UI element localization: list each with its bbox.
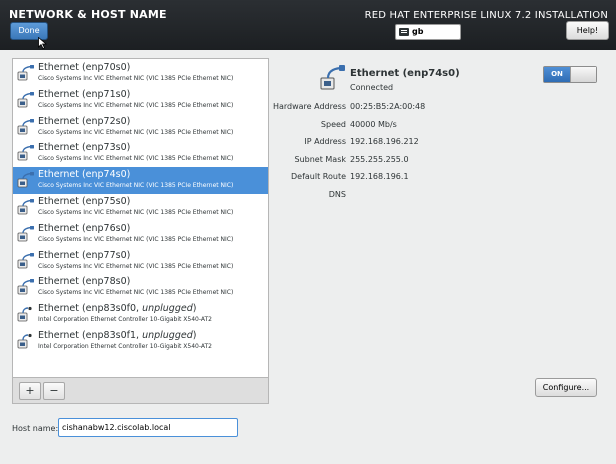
property-value: 192.168.196.1 xyxy=(350,172,409,181)
device-description: Cisco Systems Inc VIC Ethernet NIC (VIC … xyxy=(38,75,234,82)
device-on-off-switch[interactable]: ON xyxy=(543,66,597,83)
network-device-list[interactable]: Ethernet (enp70s0) Cisco Systems Inc VIC … xyxy=(12,58,269,378)
device-name: Ethernet (enp76s0) xyxy=(38,223,130,234)
ethernet-icon xyxy=(17,199,34,215)
device-description: Cisco Systems Inc VIC Ethernet NIC (VIC … xyxy=(38,262,234,270)
device-list-item[interactable]: Ethernet (enp73s0) Cisco Systems Inc VIC … xyxy=(13,140,268,167)
add-device-button[interactable]: + xyxy=(19,382,41,400)
device-list-toolbar: + − xyxy=(12,378,269,404)
switch-knob[interactable] xyxy=(570,67,596,82)
device-name-text: Ethernet (enp74s0) xyxy=(38,169,131,181)
property-label: Speed xyxy=(320,120,346,129)
device-list-item[interactable]: Ethernet (enp75s0) Cisco Systems Inc VIC … xyxy=(13,194,268,221)
header-bar: NETWORK & HOST NAME Done RED HAT ENTERPR… xyxy=(0,0,616,50)
property-label: DNS xyxy=(328,190,346,199)
device-description: Cisco Systems Inc VIC Ethernet NIC (VIC … xyxy=(38,101,234,109)
device-name: Ethernet (enp83s0f0, unplugged) xyxy=(38,303,196,314)
page-title: NETWORK & HOST NAME xyxy=(9,8,167,21)
device-name-text: Ethernet (enp83s0f0, xyxy=(38,303,143,315)
hostname-label: Host name: xyxy=(12,424,59,433)
device-name: Ethernet (enp74s0) xyxy=(38,169,130,180)
device-name: Ethernet (enp71s0) xyxy=(38,89,130,100)
mouse-pointer-icon xyxy=(38,37,47,49)
device-state: unplugged xyxy=(142,330,193,341)
help-button[interactable]: Help! xyxy=(566,21,609,40)
device-list-item[interactable]: Ethernet (enp74s0) Cisco Systems Inc VIC … xyxy=(13,167,268,195)
device-name: Ethernet (enp70s0) xyxy=(38,62,130,73)
device-name-text: Ethernet (enp76s0) xyxy=(38,222,131,234)
device-description: Cisco Systems Inc VIC Ethernet NIC (VIC … xyxy=(38,182,234,190)
device-name-text: Ethernet (enp73s0) xyxy=(38,142,131,154)
selected-device-name: Ethernet (enp74s0) xyxy=(350,68,460,79)
property-value: 192.168.196.212 xyxy=(350,137,419,146)
keyboard-layout-indicator[interactable]: gb xyxy=(395,24,461,40)
ethernet-icon xyxy=(17,225,34,242)
device-description: Cisco Systems Inc VIC Ethernet NIC (VIC … xyxy=(38,155,234,163)
property-label: IP Address xyxy=(304,137,346,146)
switch-on-label: ON xyxy=(544,67,570,82)
device-description: Cisco Systems Inc VIC Ethernet NIC (VIC … xyxy=(38,235,234,243)
device-name-text: Ethernet (enp71s0) xyxy=(38,88,131,100)
property-value: 255.255.255.0 xyxy=(350,155,409,164)
device-name-text: Ethernet (enp77s0) xyxy=(38,249,131,261)
connection-status: Connected xyxy=(350,83,394,92)
keyboard-layout-label: gb xyxy=(412,27,424,36)
device-list-item[interactable]: Ethernet (enp83s0f0, unplugged) Intel Cor… xyxy=(13,301,268,328)
ethernet-icon xyxy=(17,145,34,161)
device-state: unplugged xyxy=(142,303,193,315)
device-list-item[interactable]: Ethernet (enp77s0) Cisco Systems Inc VIC … xyxy=(13,248,268,275)
configure-button[interactable]: Configure... xyxy=(535,378,597,397)
ethernet-icon xyxy=(17,252,34,269)
device-description: Intel Corporation Ethernet Controller 10… xyxy=(38,316,212,324)
property-value: 40000 Mb/s xyxy=(350,120,397,129)
device-list-item[interactable]: Ethernet (enp83s0f1, unplugged) Intel Cor… xyxy=(13,328,268,355)
device-list-item[interactable]: Ethernet (enp76s0) Cisco Systems Inc VIC … xyxy=(13,221,268,248)
device-name: Ethernet (enp75s0) xyxy=(38,196,130,207)
ethernet-unplugged-icon xyxy=(17,333,34,349)
ethernet-icon xyxy=(17,65,34,81)
device-list-item[interactable]: Ethernet (enp78s0) Cisco Systems Inc VIC … xyxy=(13,274,268,301)
device-list-item[interactable]: Ethernet (enp70s0) Cisco Systems Inc VIC … xyxy=(13,60,268,87)
ethernet-icon xyxy=(17,118,34,135)
device-name: Ethernet (enp83s0f1, unplugged) xyxy=(38,330,196,341)
device-description: Intel Corporation Ethernet Controller 10… xyxy=(38,343,212,350)
property-label: Default Route xyxy=(291,172,346,181)
ethernet-icon xyxy=(17,91,34,108)
device-name-suffix: ) xyxy=(192,303,197,315)
property-label: Hardware Address xyxy=(272,102,346,111)
device-description: Cisco Systems Inc VIC Ethernet NIC (VIC … xyxy=(38,209,234,216)
ethernet-icon xyxy=(320,65,345,90)
ethernet-icon xyxy=(17,172,34,188)
device-name-text: Ethernet (enp78s0) xyxy=(38,276,131,288)
property-label: Subnet Mask xyxy=(294,155,346,164)
device-name-suffix: ) xyxy=(192,330,197,341)
remove-device-button[interactable]: − xyxy=(43,382,65,400)
device-name-text: Ethernet (enp75s0) xyxy=(38,196,131,207)
device-list-item[interactable]: Ethernet (enp71s0) Cisco Systems Inc VIC … xyxy=(13,87,268,114)
installation-title: RED HAT ENTERPRISE LINUX 7.2 INSTALLATIO… xyxy=(364,10,608,21)
keyboard-icon xyxy=(399,28,409,36)
hostname-input[interactable] xyxy=(58,418,238,437)
device-name: Ethernet (enp78s0) xyxy=(38,276,130,287)
device-name: Ethernet (enp73s0) xyxy=(38,142,130,153)
property-value: 00:25:B5:2A:00:48 xyxy=(350,102,426,111)
device-name-text: Ethernet (enp70s0) xyxy=(38,62,131,73)
device-list-item[interactable]: Ethernet (enp72s0) Cisco Systems Inc VIC … xyxy=(13,114,268,141)
device-name: Ethernet (enp72s0) xyxy=(38,116,130,127)
device-name: Ethernet (enp77s0) xyxy=(38,250,130,261)
device-description: Cisco Systems Inc VIC Ethernet NIC (VIC … xyxy=(38,128,234,136)
ethernet-icon xyxy=(17,279,34,295)
device-name-text: Ethernet (enp72s0) xyxy=(38,115,131,127)
device-name-text: Ethernet (enp83s0f1, xyxy=(38,330,143,341)
ethernet-unplugged-icon xyxy=(17,306,34,322)
device-description: Cisco Systems Inc VIC Ethernet NIC (VIC … xyxy=(38,289,234,297)
